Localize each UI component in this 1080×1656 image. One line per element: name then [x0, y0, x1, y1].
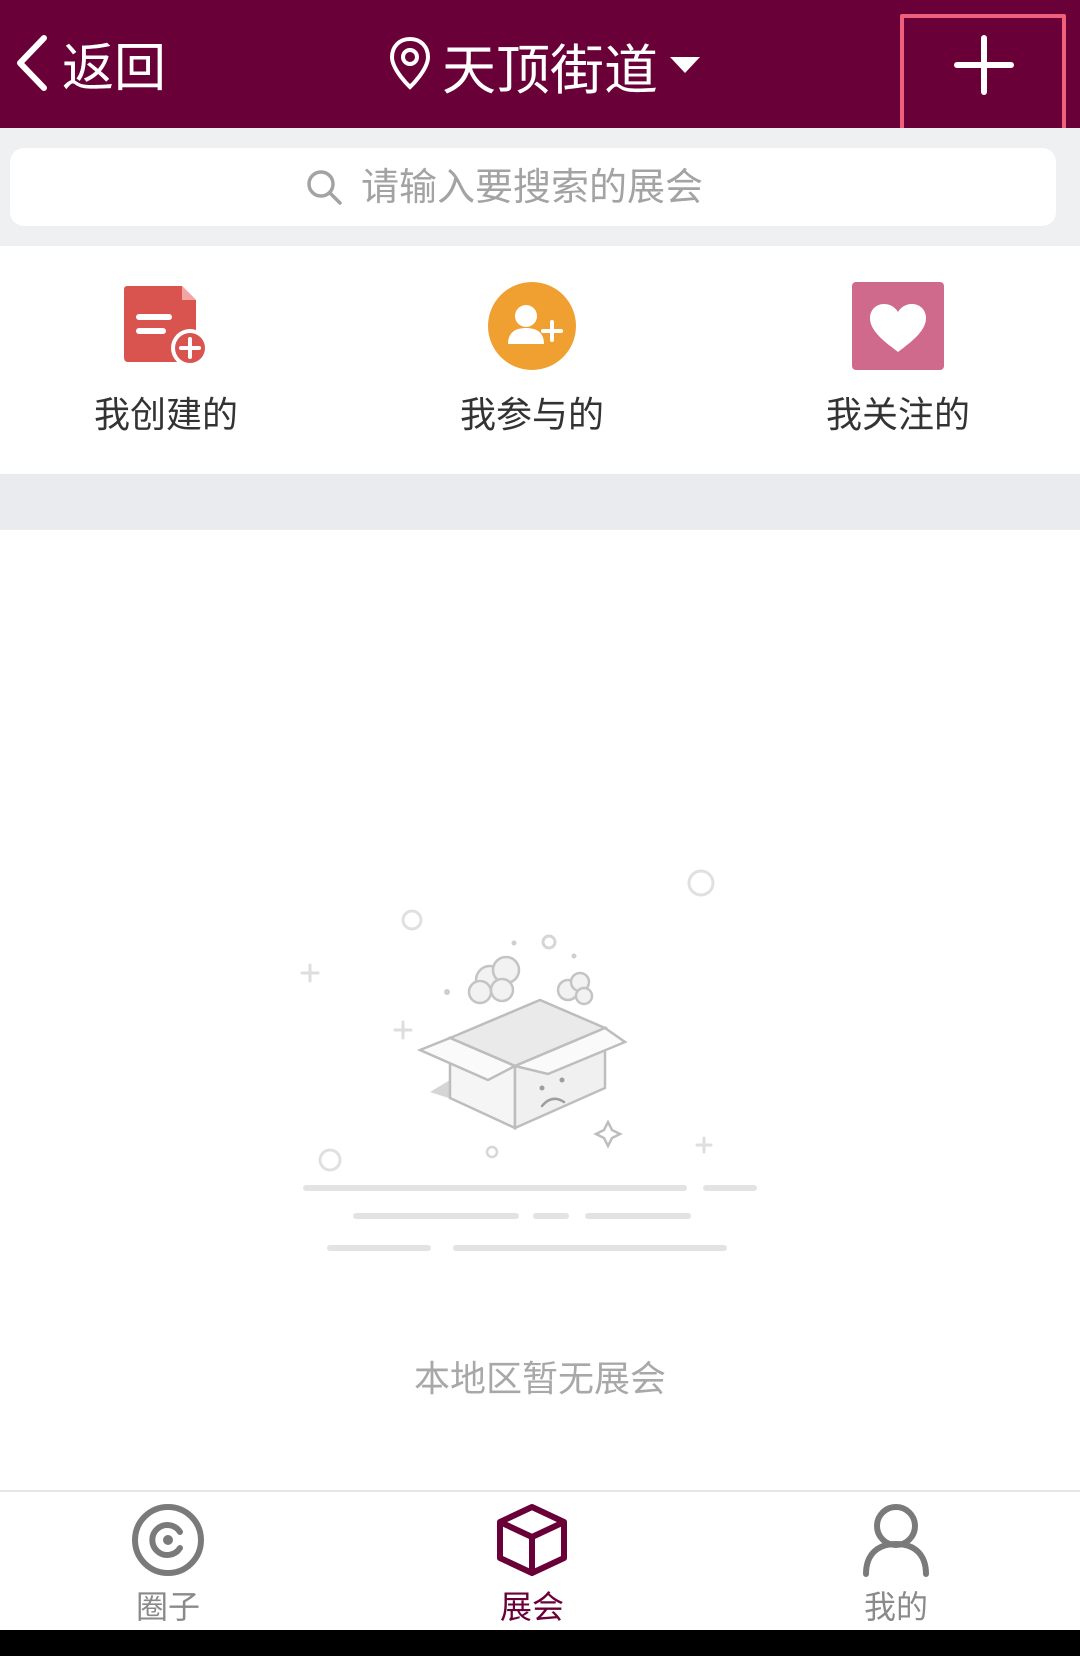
caret-down-icon	[670, 57, 700, 73]
tab-circle[interactable]: 圈子	[68, 1502, 268, 1628]
plus-icon	[954, 35, 1014, 95]
search-box[interactable]	[10, 148, 1056, 226]
search-input[interactable]	[361, 165, 761, 209]
create-doc-icon	[120, 282, 212, 370]
empty-state: 本地区暂无展会	[0, 530, 1080, 1490]
quick-menu-label: 我参与的	[459, 395, 604, 436]
back-label: 返回	[62, 38, 167, 99]
quick-menu: 我创建的 我参与的 我关注的	[0, 246, 1080, 474]
heart-icon	[852, 282, 944, 370]
quick-menu-label: 我关注的	[825, 395, 970, 436]
section-divider	[0, 474, 1080, 530]
bottom-tab-bar: 圈子 展会 我的	[0, 1490, 1080, 1630]
quick-menu-joined[interactable]: 我参与的	[412, 282, 652, 438]
chevron-left-icon	[17, 35, 47, 91]
quick-menu-label: 我创建的	[93, 395, 238, 436]
tab-label: 展会	[499, 1588, 564, 1626]
system-nav-bar	[0, 1630, 1080, 1656]
location-label: 天顶街道	[442, 38, 658, 102]
person-icon	[863, 1504, 929, 1577]
empty-box-icon	[300, 869, 757, 1251]
circle-icon	[132, 1504, 204, 1576]
tab-label: 我的	[863, 1588, 928, 1626]
cube-icon	[497, 1504, 567, 1576]
tab-exhibition[interactable]: 展会	[432, 1502, 632, 1628]
app-header: 返回 天顶街道	[0, 0, 1080, 144]
quick-menu-created[interactable]: 我创建的	[46, 282, 286, 438]
add-user-icon	[486, 282, 578, 370]
tab-label: 圈子	[135, 1588, 200, 1626]
location-selector[interactable]: 天顶街道	[388, 30, 700, 102]
search-icon	[307, 170, 342, 205]
tab-mine[interactable]: 我的	[796, 1502, 996, 1628]
add-exhibition-button[interactable]	[900, 14, 1066, 144]
back-button[interactable]: 返回	[12, 28, 167, 99]
search-area	[0, 128, 1080, 246]
quick-menu-followed[interactable]: 我关注的	[778, 282, 1018, 438]
location-pin-icon	[388, 35, 432, 95]
empty-message: 本地区暂无展会	[413, 1359, 666, 1400]
